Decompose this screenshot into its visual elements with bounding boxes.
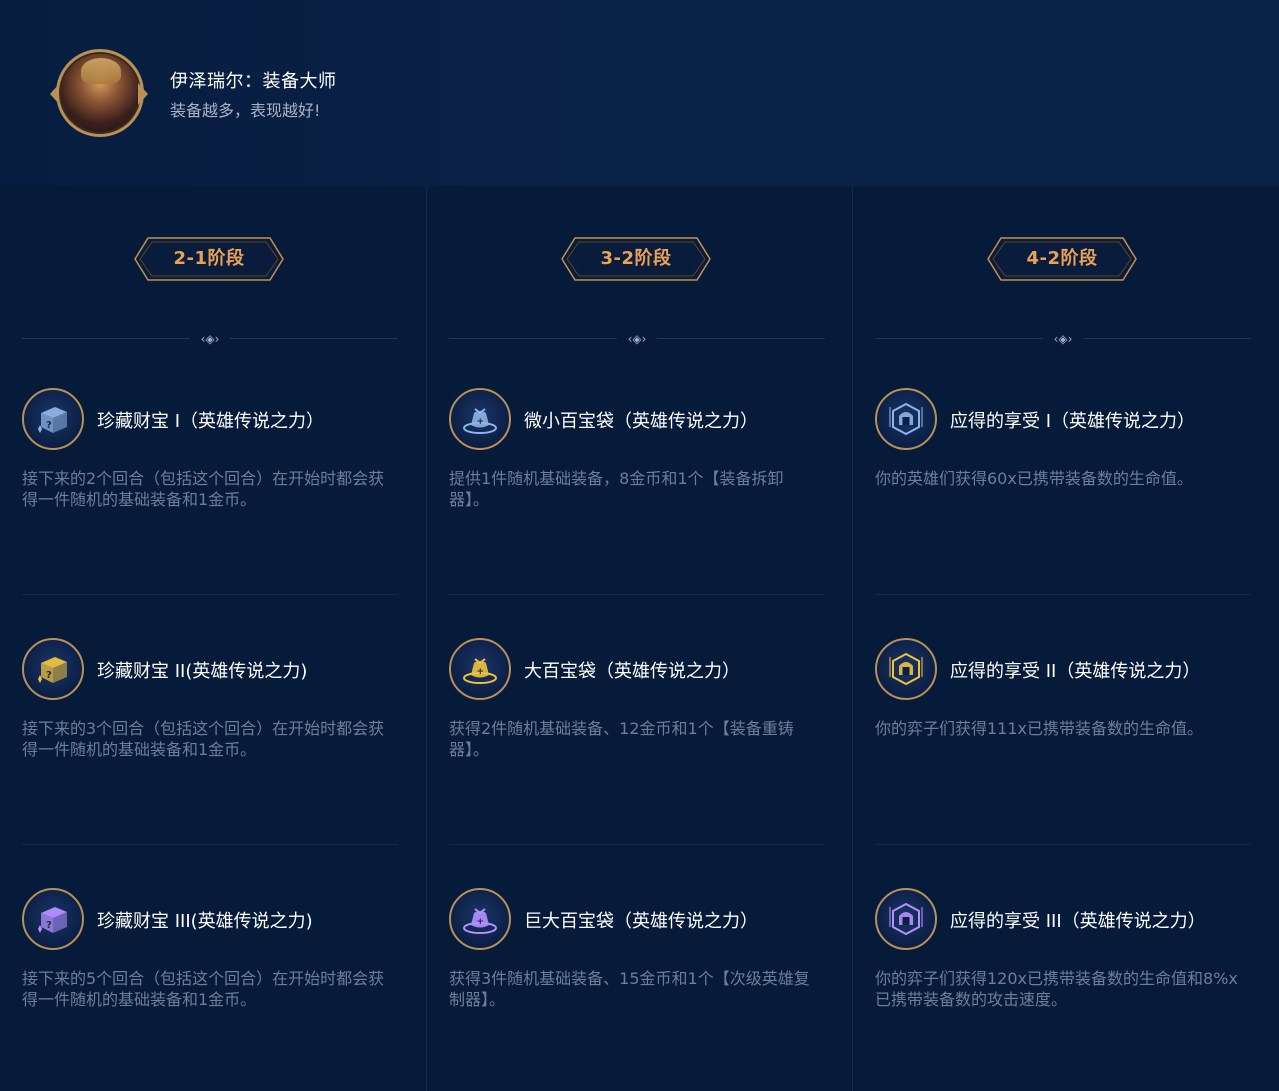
augment-item[interactable]: ? 珍藏财宝 III(英雄传说之力) 接下来的5个回合（包括这个回合）在开始时都会…: [22, 888, 402, 1028]
diamond-ornament-icon: ‹◈›: [1053, 332, 1073, 346]
treasure-box-icon: ?: [22, 888, 84, 950]
stage-badge: 2-1阶段: [134, 237, 284, 281]
helmet-icon: [875, 638, 937, 700]
augment-name: 珍藏财宝 II(英雄传说之力): [97, 661, 308, 682]
augment-name: 大百宝袋（英雄传说之力）: [524, 661, 740, 682]
row-separator: [449, 594, 825, 595]
divider-line-left: [449, 338, 617, 339]
stage-column-3: 4-2阶段 ‹◈› 应得的享受 I（英雄传说之力） 你的英雄们获得60x已携带装备数…: [852, 186, 1279, 1091]
augment-item[interactable]: + 巨大百宝袋（英雄传说之力） 获得3件随机基础装备、15金币和1个【次级英雄复制器…: [449, 888, 829, 1028]
augment-name: 微小百宝袋（英雄传说之力）: [524, 411, 758, 432]
svg-text:+: +: [477, 417, 485, 427]
stage-label: 3-2阶段: [600, 248, 672, 269]
diamond-ornament-icon: ‹◈›: [627, 332, 647, 346]
svg-text:?: ?: [46, 920, 52, 931]
augment-name: 应得的享受 I（英雄传说之力）: [950, 411, 1196, 432]
augment-name: 珍藏财宝 III(英雄传说之力): [97, 911, 313, 932]
augment-description: 获得3件随机基础装备、15金币和1个【次级英雄复制器】。: [449, 969, 810, 1009]
row-separator: [875, 844, 1251, 845]
avatar: [50, 47, 148, 139]
loot-bag-icon: +: [449, 888, 511, 950]
stage-column-1: 2-1阶段 ‹◈› ? 珍藏财宝 I（英雄传说之力） 接下来的2个回合（包括这个回合…: [0, 186, 426, 1091]
helmet-icon: [875, 888, 937, 950]
stage-column-2: 3-2阶段 ‹◈› + 微小百宝袋（英雄传说之力） 提供1件随机基础装备，8金币和1个…: [426, 186, 852, 1091]
augment-item[interactable]: + 大百宝袋（英雄传说之力） 获得2件随机基础装备、12金币和1个【装备重铸器】。: [449, 638, 829, 778]
ornament-divider: ‹◈›: [22, 330, 398, 348]
loot-bag-icon: +: [449, 388, 511, 450]
divider-line-right: [1083, 338, 1251, 339]
header: 伊泽瑞尔：装备大师 装备越多，表现越好!: [0, 0, 1279, 186]
svg-text:+: +: [477, 667, 485, 677]
stage-label: 2-1阶段: [173, 248, 245, 269]
row-separator: [22, 844, 398, 845]
helmet-icon: [875, 388, 937, 450]
loot-bag-icon: +: [449, 638, 511, 700]
augment-name: 应得的享受 II（英雄传说之力）: [950, 661, 1201, 682]
treasure-box-icon: ?: [22, 388, 84, 450]
augment-item[interactable]: 应得的享受 II（英雄传说之力） 你的弈子们获得111x已携带装备数的生命值。: [875, 638, 1255, 778]
augment-name: 珍藏财宝 I（英雄传说之力）: [97, 411, 325, 432]
svg-text:?: ?: [46, 420, 52, 431]
divider-line-left: [875, 338, 1043, 339]
divider-line-right: [657, 338, 825, 339]
divider-line-right: [230, 338, 398, 339]
ornament-divider: ‹◈›: [875, 330, 1251, 348]
augment-description: 你的弈子们获得120x已携带装备数的生命值和8%x已携带装备数的攻击速度。: [875, 969, 1238, 1009]
svg-text:?: ?: [46, 670, 52, 681]
divider-line-left: [22, 338, 190, 339]
augment-description: 获得2件随机基础装备、12金币和1个【装备重铸器】。: [449, 719, 794, 759]
hero-portrait: [56, 49, 144, 137]
hero-title: 伊泽瑞尔：装备大师: [170, 71, 337, 92]
row-separator: [22, 594, 398, 595]
augment-item[interactable]: + 微小百宝袋（英雄传说之力） 提供1件随机基础装备，8金币和1个【装备拆卸器】。: [449, 388, 829, 528]
hero-subtitle: 装备越多，表现越好!: [170, 101, 321, 120]
augment-item[interactable]: ? 珍藏财宝 II(英雄传说之力) 接下来的3个回合（包括这个回合）在开始时都会获…: [22, 638, 402, 778]
augment-description: 接下来的2个回合（包括这个回合）在开始时都会获得一件随机的基础装备和1金币。: [22, 469, 385, 509]
augment-description: 接下来的3个回合（包括这个回合）在开始时都会获得一件随机的基础装备和1金币。: [22, 719, 385, 759]
augment-description: 接下来的5个回合（包括这个回合）在开始时都会获得一件随机的基础装备和1金币。: [22, 969, 385, 1009]
stage-badge: 4-2阶段: [987, 237, 1137, 281]
augment-item[interactable]: ? 珍藏财宝 I（英雄传说之力） 接下来的2个回合（包括这个回合）在开始时都会获得…: [22, 388, 402, 528]
row-separator: [449, 844, 825, 845]
stage-badge: 3-2阶段: [561, 237, 711, 281]
augment-item[interactable]: 应得的享受 III（英雄传说之力） 你的弈子们获得120x已携带装备数的生命值和8…: [875, 888, 1255, 1028]
augment-item[interactable]: 应得的享受 I（英雄传说之力） 你的英雄们获得60x已携带装备数的生命值。: [875, 388, 1255, 528]
augment-name: 应得的享受 III（英雄传说之力）: [950, 911, 1206, 932]
svg-text:+: +: [477, 917, 485, 927]
augment-description: 你的英雄们获得60x已携带装备数的生命值。: [875, 469, 1193, 488]
diamond-ornament-icon: ‹◈›: [200, 332, 220, 346]
augment-description: 提供1件随机基础装备，8金币和1个【装备拆卸器】。: [449, 469, 784, 509]
row-separator: [875, 594, 1251, 595]
augment-name: 巨大百宝袋（英雄传说之力）: [524, 911, 758, 932]
ornament-divider: ‹◈›: [449, 330, 825, 348]
treasure-box-icon: ?: [22, 638, 84, 700]
augment-description: 你的弈子们获得111x已携带装备数的生命值。: [875, 719, 1204, 738]
stage-label: 4-2阶段: [1026, 248, 1098, 269]
